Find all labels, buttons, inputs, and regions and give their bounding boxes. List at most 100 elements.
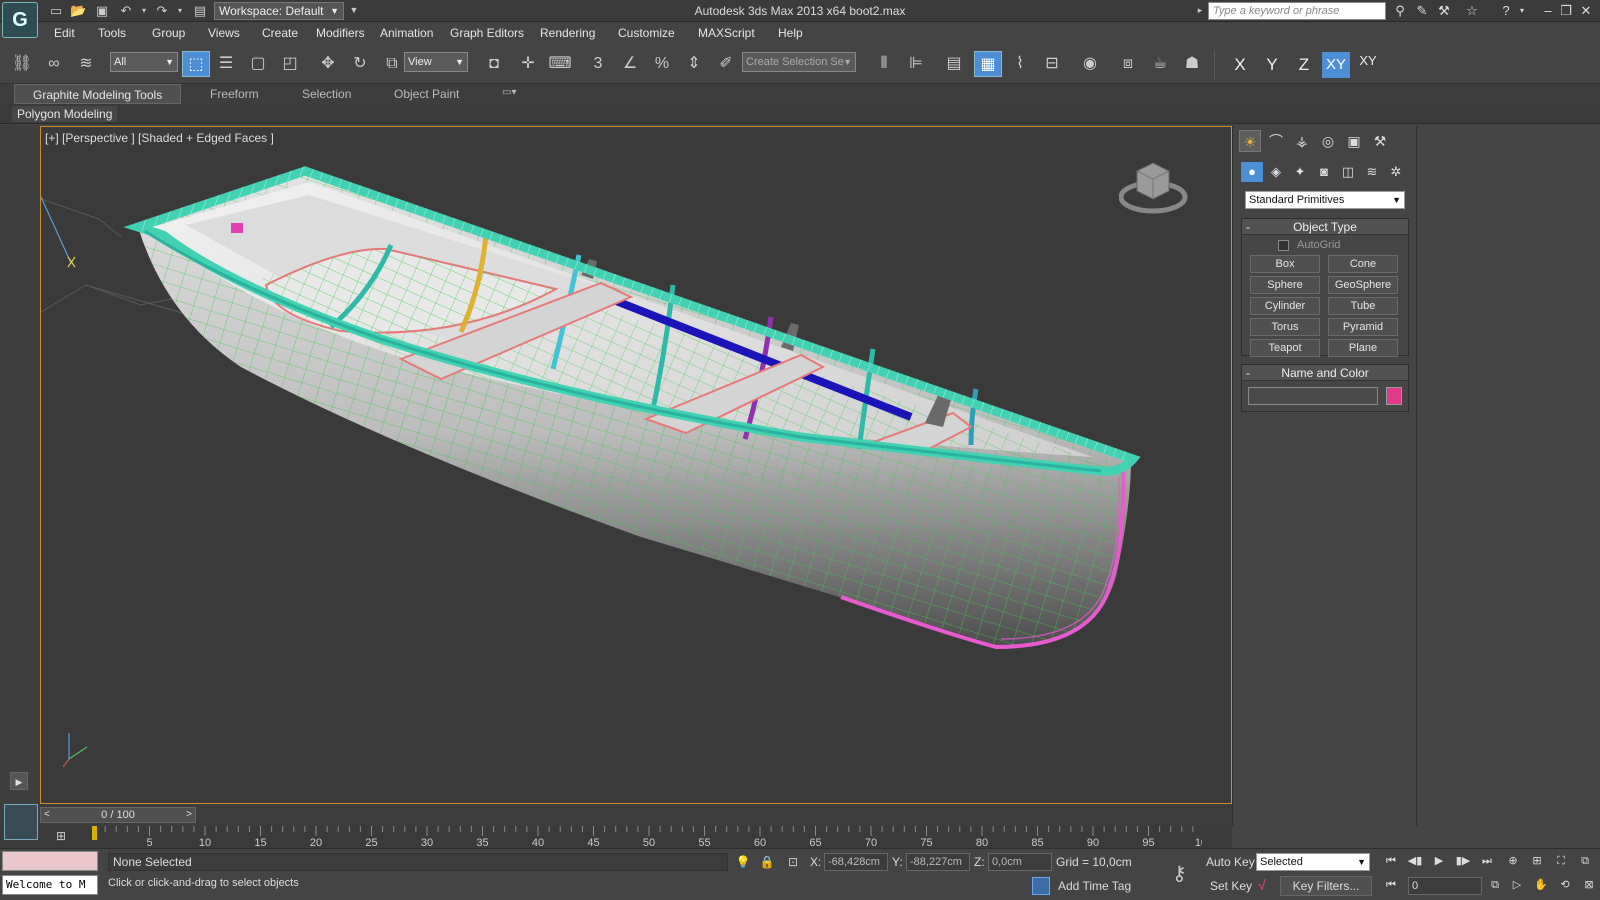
menu-rendering[interactable]: Rendering	[540, 26, 595, 40]
undo-dropdown-icon[interactable]: ▾	[136, 3, 152, 18]
favorites-star-icon[interactable]: ☆	[1464, 3, 1480, 19]
application-menu-button[interactable]: G	[2, 2, 38, 38]
object-name-field[interactable]	[1248, 387, 1378, 405]
set-key-button[interactable]: Set Key	[1210, 879, 1252, 893]
expand-arrow-icon[interactable]: ▶	[10, 772, 28, 790]
viewport-layout-button[interactable]	[4, 804, 38, 840]
hierarchy-tab-icon[interactable]: ⚶	[1291, 130, 1313, 152]
open-mini-curve-editor-icon[interactable]: ⊞	[52, 829, 70, 845]
box-button[interactable]: Box	[1250, 255, 1320, 273]
material-editor-icon[interactable]: ◉	[1076, 51, 1104, 77]
undo-icon[interactable]: ↶	[118, 3, 134, 18]
z-coordinate-field[interactable]: 0,0cm	[988, 853, 1052, 871]
shapes-icon[interactable]: ◈	[1265, 162, 1287, 182]
minimize-icon[interactable]: –	[1540, 3, 1556, 19]
menu-edit[interactable]: Edit	[54, 26, 75, 40]
menu-help[interactable]: Help	[778, 26, 803, 40]
tab-object-paint[interactable]: Object Paint	[394, 87, 459, 101]
torus-button[interactable]: Torus	[1250, 318, 1320, 336]
window-crossing-icon[interactable]: ◰	[276, 51, 304, 77]
axis-y-button[interactable]: Y	[1258, 52, 1286, 78]
redo-icon[interactable]: ↷	[154, 3, 170, 18]
object-color-swatch[interactable]	[1386, 387, 1402, 405]
snap-toggle-icon[interactable]: 3	[584, 51, 612, 77]
project-folder-icon[interactable]: ▤	[192, 3, 208, 18]
axis-z-button[interactable]: Z	[1290, 52, 1318, 78]
cylinder-button[interactable]: Cylinder	[1250, 297, 1320, 315]
mirror-icon[interactable]: ⫴	[870, 51, 898, 77]
axis-xy-button[interactable]: XY	[1322, 52, 1350, 78]
x-coordinate-field[interactable]: -68,428cm	[824, 853, 888, 871]
search-expand-icon[interactable]: ▸	[1192, 3, 1208, 18]
viewport-label[interactable]: [+] [Perspective ] [Shaded + Edged Faces…	[45, 131, 274, 145]
set-keys-key-icon[interactable]: ⚷	[1172, 861, 1187, 886]
pan-view-icon[interactable]: ✋	[1530, 875, 1552, 895]
field-of-view-icon[interactable]: ▷	[1506, 875, 1528, 895]
geometry-icon[interactable]: ●	[1241, 162, 1263, 182]
select-by-name-icon[interactable]: ☰	[212, 51, 240, 77]
bind-space-warp-icon[interactable]: ≋	[72, 51, 100, 77]
reference-coordinate-dropdown[interactable]: View ▼	[404, 52, 468, 72]
next-frame-icon[interactable]: >	[186, 808, 192, 822]
axis-x-button[interactable]: X	[1226, 52, 1254, 78]
zoom-icon[interactable]: ⊕	[1502, 851, 1524, 871]
selection-filter-dropdown[interactable]: All ▼	[110, 52, 178, 72]
save-file-icon[interactable]: ▣	[94, 3, 110, 18]
add-time-tag-button[interactable]: Add Time Tag	[1058, 879, 1131, 893]
menu-tools[interactable]: Tools	[98, 26, 126, 40]
communication-icon[interactable]: ⚒	[1436, 3, 1452, 19]
cone-button[interactable]: Cone	[1328, 255, 1398, 273]
go-to-end-icon[interactable]: ⏭	[1476, 851, 1498, 871]
open-file-icon[interactable]: 📂	[70, 3, 86, 18]
helpers-icon[interactable]: ◫	[1337, 162, 1359, 182]
tube-button[interactable]: Tube	[1328, 297, 1398, 315]
menu-animation[interactable]: Animation	[380, 26, 433, 40]
cameras-icon[interactable]: ◙	[1313, 162, 1335, 182]
perspective-viewport[interactable]: [+] [Perspective ] [Shaded + Edged Faces…	[40, 126, 1232, 804]
axis-xy-plane-button[interactable]: XY	[1354, 52, 1382, 78]
teapot-button[interactable]: Teapot	[1250, 339, 1320, 357]
orbit-icon[interactable]: ⟲	[1554, 875, 1576, 895]
quick-access-menu-icon[interactable]: ▼	[346, 3, 362, 18]
current-frame-marker[interactable]	[92, 826, 97, 840]
render-production-icon[interactable]: ☗	[1178, 51, 1206, 77]
schematic-view-icon[interactable]: ⊟	[1038, 51, 1066, 77]
boat-model[interactable]	[41, 127, 1231, 803]
lights-icon[interactable]: ✦	[1289, 162, 1311, 182]
next-key-icon[interactable]: ▮▶	[1452, 851, 1474, 871]
maxscript-listener-input[interactable]: Welcome to M	[2, 875, 98, 895]
frame-ruler[interactable]: 5 10 15 20 25 30 35 40 45 50 55 60 65 70 75 80 85 90 95 100	[92, 826, 1202, 848]
menu-maxscript[interactable]: MAXScript	[698, 26, 755, 40]
maximize-viewport-icon[interactable]: ⊠	[1578, 875, 1600, 895]
zoom-extents-icon[interactable]: ⛶	[1550, 851, 1572, 871]
primitive-category-dropdown[interactable]: Standard Primitives ▼	[1245, 191, 1405, 209]
named-selection-dropdown[interactable]: Create Selection Se ▼	[742, 52, 856, 72]
menu-views[interactable]: Views	[208, 26, 240, 40]
select-and-link-icon[interactable]: ⛓	[8, 51, 36, 77]
track-bar[interactable]: ⊞ 5 10 15 20 25 30 35 40 45 50 55 60 65 70 75 80 85 90 95 1…	[0, 826, 1232, 848]
ribbon-options-icon[interactable]: ▭▾	[502, 87, 516, 98]
current-frame-field[interactable]: 0	[1408, 877, 1482, 895]
y-coordinate-field[interactable]: -88,227cm	[906, 853, 970, 871]
tab-freeform[interactable]: Freeform	[210, 87, 259, 101]
maxscript-mini-listener[interactable]	[2, 851, 98, 871]
help-icon[interactable]: ?	[1498, 3, 1514, 19]
zoom-all-icon[interactable]: ⊞	[1526, 851, 1548, 871]
name-and-color-header[interactable]: - Name and Color	[1242, 365, 1408, 381]
motion-tab-icon[interactable]: ◎	[1317, 130, 1339, 152]
selection-lock-icon[interactable]: 🔒	[758, 853, 776, 871]
autogrid-checkbox[interactable]: AutoGrid	[1278, 239, 1340, 251]
new-file-icon[interactable]: ▭	[48, 3, 64, 18]
select-and-move-icon[interactable]: ✥	[314, 51, 342, 77]
plane-button[interactable]: Plane	[1328, 339, 1398, 357]
select-and-manipulate-icon[interactable]: ✛	[514, 51, 542, 77]
auto-key-button[interactable]: Auto Key	[1206, 855, 1255, 869]
close-icon[interactable]: ✕	[1578, 3, 1594, 19]
time-configuration-icon[interactable]: ⧉	[1484, 875, 1506, 895]
isolate-selection-icon[interactable]: 💡	[734, 853, 752, 871]
help-dropdown-icon[interactable]: ▾	[1514, 3, 1530, 19]
select-and-scale-icon[interactable]: ⧉	[378, 51, 406, 77]
time-tag-icon[interactable]	[1032, 877, 1050, 895]
tab-graphite-modeling-tools[interactable]: Graphite Modeling Tools	[14, 84, 182, 104]
layer-manager-icon[interactable]: ▤	[940, 51, 968, 77]
